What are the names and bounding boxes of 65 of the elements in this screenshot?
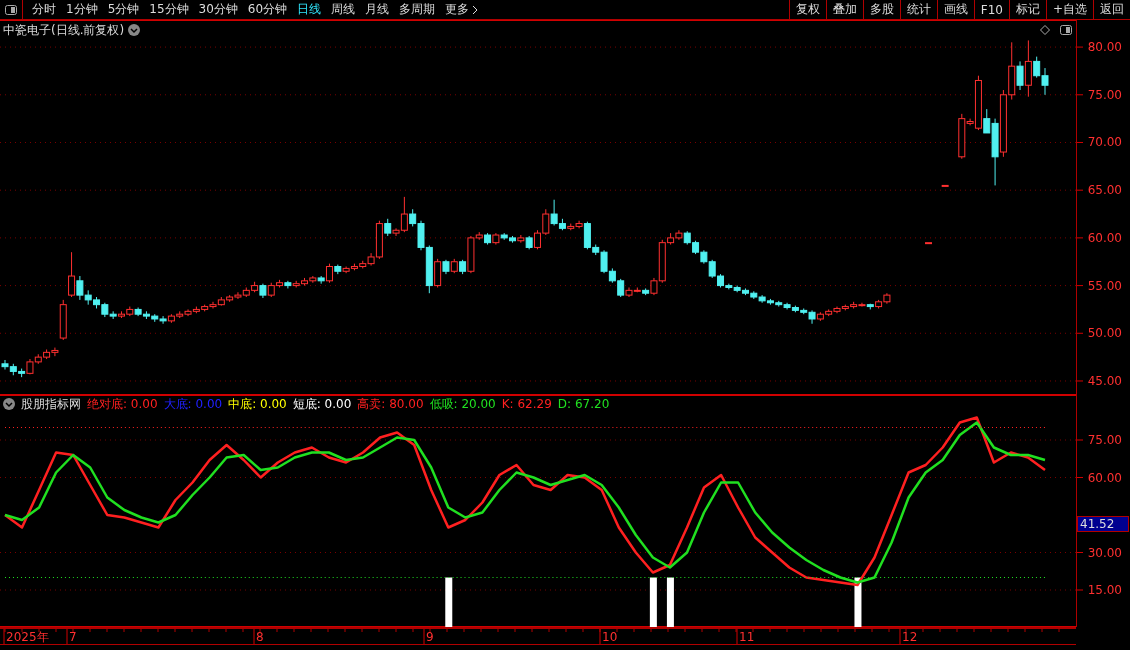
axis-label: 70.00 <box>1087 135 1122 150</box>
axis-label: 30.00 <box>1087 545 1122 560</box>
legend-value: 低吸: 20.00 <box>429 395 496 413</box>
date-label: 11 <box>739 630 755 644</box>
candlestick <box>1016 60 1024 91</box>
legend-value: 大底: 0.00 <box>163 395 223 413</box>
period-tab[interactable]: 更多 <box>440 0 484 19</box>
diamond-icon[interactable] <box>1040 25 1050 35</box>
panel-toggle-icon[interactable] <box>5 4 17 15</box>
axis-label: 60.00 <box>1087 470 1122 485</box>
toolbar-button[interactable]: 统计 <box>899 0 937 19</box>
legend-value: K: 62.29 <box>501 397 552 411</box>
period-tab[interactable]: 60分钟 <box>242 0 293 19</box>
axis-label: 80.00 <box>1087 40 1122 55</box>
signal-bar <box>649 577 657 627</box>
candlestick <box>325 263 333 284</box>
signal-bar <box>854 577 862 627</box>
signal-bar <box>666 577 674 627</box>
axis-label: 75.00 <box>1087 87 1122 102</box>
period-tab[interactable]: 多周期 <box>394 0 441 19</box>
axis-label: 75.00 <box>1087 433 1122 447</box>
toolbar-button[interactable]: 多股 <box>862 0 900 19</box>
axis-label: 65.00 <box>1087 183 1122 198</box>
legend-value: 高卖: 80.00 <box>357 395 424 413</box>
toolbar-button[interactable]: 返回 <box>1093 0 1130 19</box>
dropdown-icon[interactable] <box>128 24 141 36</box>
period-tab[interactable]: 30分钟 <box>193 0 243 19</box>
period-tab[interactable]: 日线 <box>292 0 327 19</box>
candlestick <box>68 251 76 298</box>
axis-label: 50.00 <box>1087 326 1122 341</box>
cursor-value: 41.52 <box>1077 515 1129 532</box>
axis-label: 60.00 <box>1087 230 1122 245</box>
legend-value: 绝对底: 0.00 <box>87 395 158 413</box>
panel-toggle-icon[interactable] <box>1060 25 1072 35</box>
axis-label: 55.00 <box>1087 278 1122 293</box>
date-label: 2025年 <box>6 630 49 644</box>
date-label: 7 <box>69 630 77 644</box>
period-tab[interactable]: 5分钟 <box>102 0 145 19</box>
candlestick <box>1024 39 1032 98</box>
toolbar-button[interactable]: 画线 <box>936 0 974 19</box>
toolbar-button[interactable]: 复权 <box>788 0 826 19</box>
legend-value: D: 67.20 <box>557 397 610 411</box>
legend-value: 短底: 0.00 <box>292 395 352 413</box>
chart-title: 中瓷电子(日线.前复权) <box>3 21 125 39</box>
legend-value: 中底: 0.00 <box>228 395 287 413</box>
dropdown-icon[interactable] <box>3 398 15 410</box>
period-tab[interactable]: 分时 <box>27 0 61 19</box>
indicator-name: 股朋指标网 <box>21 395 81 413</box>
axis-label: 15.00 <box>1087 583 1122 597</box>
date-label: 12 <box>902 630 918 644</box>
period-tab[interactable]: 1分钟 <box>61 0 103 19</box>
chevron-icon <box>472 4 479 15</box>
date-label: 9 <box>426 630 434 644</box>
axis-label: 45.00 <box>1087 374 1122 388</box>
candlestick <box>434 258 442 288</box>
period-tab[interactable]: 周线 <box>326 0 361 19</box>
toolbar-button[interactable]: F10 <box>973 0 1009 19</box>
period-tab[interactable]: 15分钟 <box>144 0 194 19</box>
date-label: 8 <box>256 630 264 644</box>
signal-bar <box>445 577 453 627</box>
toolbar-button[interactable]: +自选 <box>1045 0 1093 19</box>
date-label: 10 <box>602 630 618 644</box>
toolbar-button[interactable]: 标记 <box>1008 0 1046 19</box>
toolbar-button[interactable]: 叠加 <box>825 0 863 19</box>
period-tab[interactable]: 月线 <box>360 0 395 19</box>
